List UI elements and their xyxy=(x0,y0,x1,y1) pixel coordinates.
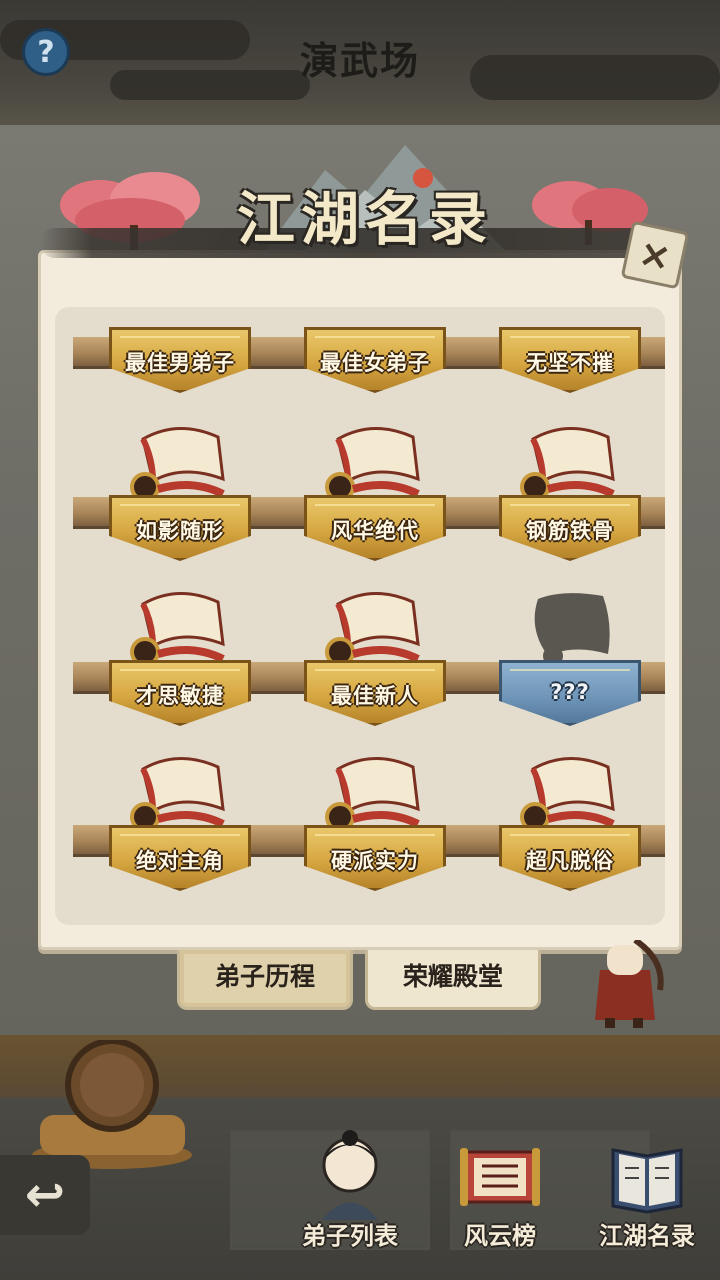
record-book-icon xyxy=(611,1148,683,1214)
back-button[interactable]: ↩ xyxy=(0,1155,90,1235)
award-label: 如影随形 xyxy=(136,519,224,543)
ranking-scroll-icon xyxy=(460,1148,540,1206)
award-best-newcomer[interactable]: 最佳新人 xyxy=(300,582,450,752)
award-locked[interactable]: ??? xyxy=(495,582,645,752)
nav-disciple-list[interactable]: 弟子列表 xyxy=(285,1130,415,1270)
award-peerless-grace[interactable]: 风华绝代 xyxy=(300,417,450,587)
award-label: 无坚不摧 xyxy=(526,351,614,375)
disciple-avatar-icon xyxy=(322,1130,378,1220)
drum-prop xyxy=(32,1040,192,1169)
nav-label: 江湖名录 xyxy=(599,1221,695,1250)
award-label: 最佳新人 xyxy=(331,684,419,708)
award-label: ??? xyxy=(550,680,590,704)
records-dialog: 最佳男弟子 最佳女弟子 无坚不摧 如影随形 风华绝代 钢筋铁骨 才思敏捷 最佳新… xyxy=(38,250,682,950)
award-iron-body[interactable]: 钢筋铁骨 xyxy=(495,417,645,587)
nav-label: 弟子列表 xyxy=(302,1221,398,1250)
award-label: 最佳男弟子 xyxy=(125,351,235,375)
tab-disciple-history[interactable]: 弟子历程 xyxy=(177,950,353,1010)
award-extraordinary[interactable]: 超凡脱俗 xyxy=(495,747,645,917)
award-unbreakable[interactable]: 无坚不摧 xyxy=(495,327,645,407)
nav-label: 风云榜 xyxy=(464,1221,536,1250)
award-best-male-disciple[interactable]: 最佳男弟子 xyxy=(105,327,255,407)
nav-ranking[interactable]: 风云榜 xyxy=(435,1130,565,1270)
award-absolute-lead[interactable]: 绝对主角 xyxy=(105,747,255,917)
nav-records[interactable]: 江湖名录 xyxy=(582,1130,712,1270)
award-hardcore-strength[interactable]: 硬派实力 xyxy=(300,747,450,917)
dialog-title: 江湖名录 xyxy=(236,185,493,253)
award-label: 硬派实力 xyxy=(331,849,419,873)
page-title: 演武场 xyxy=(299,38,420,83)
tab-hall-of-fame[interactable]: 荣耀殿堂 xyxy=(365,950,541,1010)
award-quick-wit[interactable]: 才思敏捷 xyxy=(105,582,255,752)
back-arrow-icon: ↩ xyxy=(24,1167,66,1223)
close-button[interactable]: × xyxy=(620,220,690,290)
award-label: 才思敏捷 xyxy=(136,684,224,708)
award-best-female-disciple[interactable]: 最佳女弟子 xyxy=(300,327,450,407)
award-label: 钢筋铁骨 xyxy=(526,519,614,543)
award-label: 绝对主角 xyxy=(136,849,224,873)
award-label: 风华绝代 xyxy=(331,519,419,543)
close-icon: × xyxy=(634,230,676,280)
award-shadow-follow[interactable]: 如影随形 xyxy=(105,417,255,587)
disciple-character xyxy=(595,940,664,1028)
awards-grid[interactable]: 最佳男弟子 最佳女弟子 无坚不摧 如影随形 风华绝代 钢筋铁骨 才思敏捷 最佳新… xyxy=(55,307,665,925)
award-label: 最佳女弟子 xyxy=(320,351,430,375)
award-label: 超凡脱俗 xyxy=(526,849,614,873)
